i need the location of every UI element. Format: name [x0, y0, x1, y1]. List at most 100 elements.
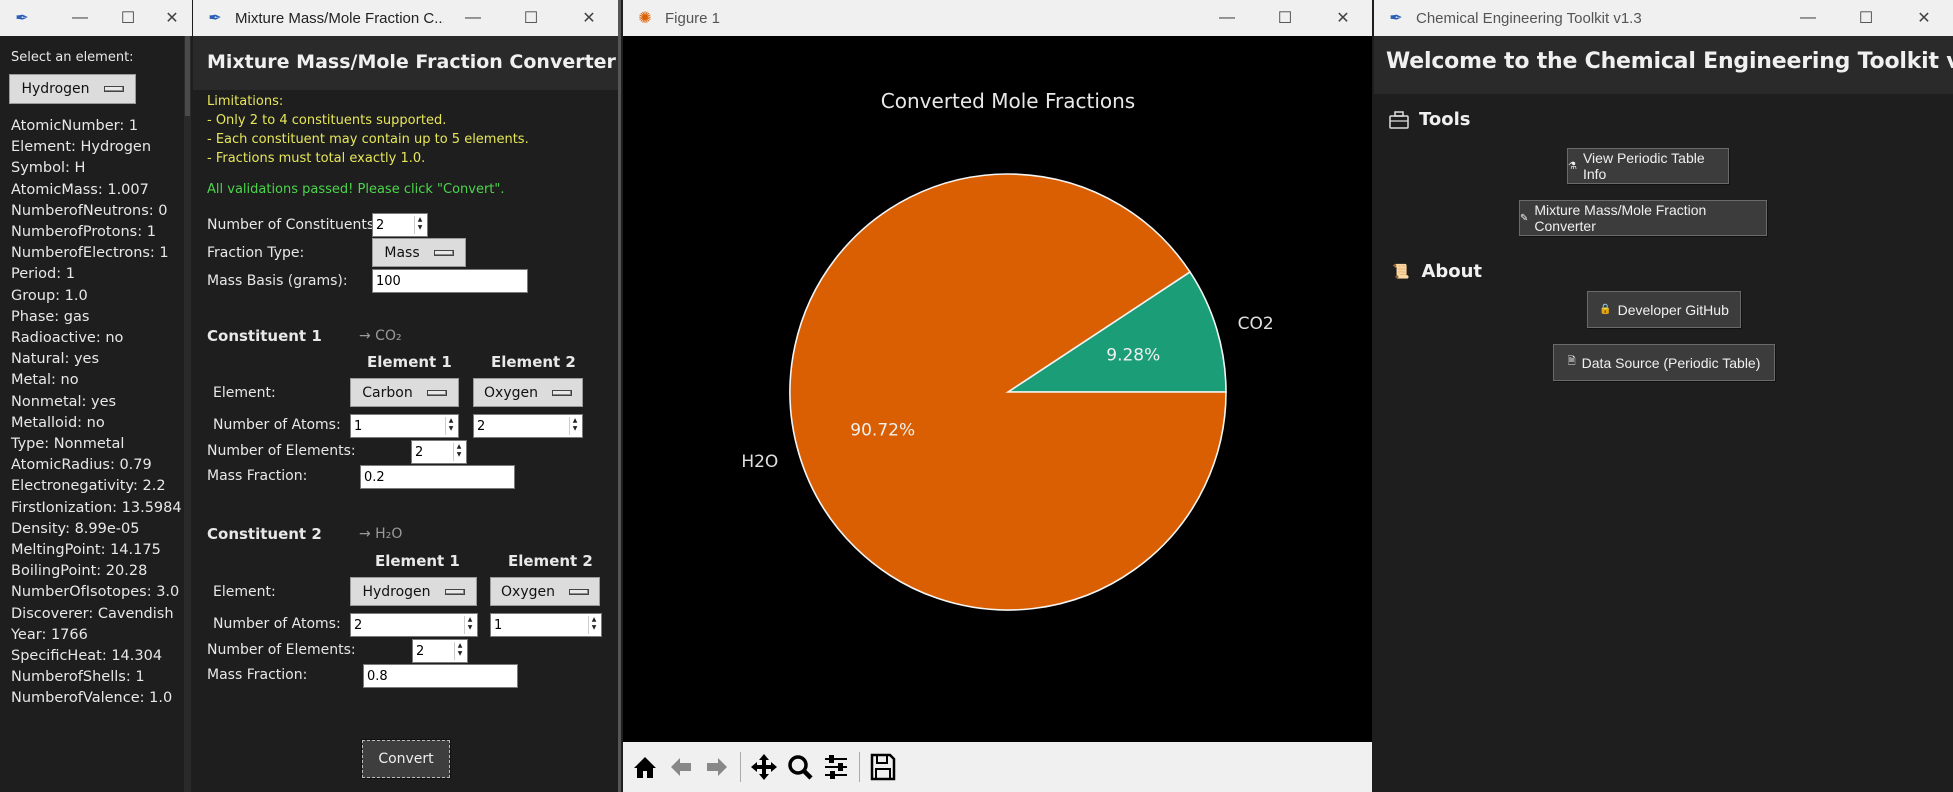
feather-icon: ✒	[1389, 10, 1403, 27]
close-button[interactable]: ✕	[152, 8, 192, 28]
constituent-1-element-1-header: Element 1	[367, 353, 452, 371]
spin-arrows-icon[interactable]: ▲ ▼	[414, 216, 425, 234]
view-periodic-table-button[interactable]: ⚗ View Periodic Table Info	[1567, 148, 1729, 184]
constituent-1-element-2-header: Element 2	[491, 353, 576, 371]
constituent-2-formula: → H₂O	[359, 526, 403, 542]
button-label: Mixture Mass/Mole Fraction Converter	[1534, 202, 1707, 234]
scrollbar[interactable]	[184, 36, 191, 792]
element-property: Phase: gas	[11, 308, 90, 325]
dropdown-indicator-icon	[433, 249, 454, 256]
back-arrow-icon[interactable]	[665, 751, 697, 783]
spin-arrows-icon[interactable]: ▲ ▼	[588, 616, 599, 634]
maximize-button[interactable]: ☐	[104, 8, 152, 28]
scrollbar-thumb[interactable]	[185, 36, 190, 116]
spin-arrows-icon[interactable]: ▲ ▼	[454, 642, 465, 660]
element-select-dropdown[interactable]: Hydrogen	[9, 74, 136, 104]
spin-arrows-icon[interactable]: ▲ ▼	[445, 417, 456, 435]
close-button[interactable]: ✕	[560, 8, 618, 28]
constituent-2-num-elements-spinbox[interactable]: 2 ▲ ▼	[412, 639, 468, 663]
element-property: Type: Nonmetal	[11, 436, 125, 453]
element-property: SpecificHeat: 14.304	[11, 648, 163, 665]
constituent-1-mass-fraction-input[interactable]: 0.2	[360, 465, 515, 489]
constituent-1-element-1-dropdown[interactable]: Carbon	[350, 378, 459, 407]
fraction-type-dropdown[interactable]: Mass	[372, 238, 466, 267]
atoms-value: 1	[354, 418, 363, 434]
selected-element: Oxygen	[484, 384, 538, 401]
home-icon[interactable]	[629, 751, 661, 783]
constituent-1-element-1-atoms-spinbox[interactable]: 1 ▲ ▼	[350, 414, 459, 438]
mass-basis-label: Mass Basis (grams):	[207, 273, 348, 289]
maximize-button[interactable]: ☐	[1837, 8, 1895, 28]
navigation-toolbar	[623, 742, 1372, 792]
save-icon[interactable]	[867, 751, 899, 783]
pie-category-label: H2O	[741, 452, 778, 472]
spin-arrows-icon[interactable]: ▲ ▼	[453, 443, 464, 461]
data-source-button[interactable]: 🗎 Data Source (Periodic Table)	[1553, 344, 1775, 381]
button-label: Developer GitHub	[1617, 301, 1729, 318]
toolbox-icon	[1389, 110, 1409, 129]
element-property: Nonmetal: yes	[11, 393, 117, 410]
convert-button[interactable]: Convert	[361, 739, 451, 779]
dropdown-indicator-icon	[551, 389, 572, 396]
constituent-2-mass-fraction-input[interactable]: 0.8	[363, 664, 518, 688]
button-label: View Periodic Table Info	[1582, 150, 1705, 182]
element-property: NumberofShells: 1	[11, 669, 145, 686]
close-button[interactable]: ✕	[1895, 8, 1953, 28]
constituent-2-element-1-atoms-spinbox[interactable]: 2 ▲ ▼	[350, 613, 478, 637]
maximize-button[interactable]: ☐	[502, 8, 560, 28]
developer-github-button[interactable]: 🔒 Developer GitHub	[1587, 291, 1741, 328]
constituent-2-element-2-dropdown[interactable]: Oxygen	[490, 577, 600, 606]
element-info-window: ✒ — ☐ ✕ Select an element: Hydrogen Atom…	[0, 0, 192, 792]
pan-icon[interactable]	[748, 751, 780, 783]
fraction-type-value: Mass	[384, 244, 420, 261]
figure-canvas[interactable]: Converted Mole Fractions 9.28% CO2 90.72% H…	[623, 36, 1372, 742]
converter-heading: Mixture Mass/Mole Fraction Converter	[207, 51, 616, 73]
toolkit-window: ✒ Chemical Engineering Toolkit v1.3 — ☐ …	[1374, 0, 1953, 792]
pipette-icon: ✎	[1520, 212, 1529, 224]
close-button[interactable]: ✕	[1314, 8, 1372, 28]
spin-arrows-icon[interactable]: ▲ ▼	[569, 417, 580, 435]
maximize-button[interactable]: ☐	[1256, 8, 1314, 28]
element-property: Group: 1.0	[11, 287, 88, 304]
forward-arrow-icon[interactable]	[701, 751, 733, 783]
num-constituents-label: Number of Constituents:	[207, 217, 379, 233]
minimize-button[interactable]: —	[1779, 9, 1837, 27]
element-property: Period: 1	[11, 266, 75, 283]
chart-title: Converted Mole Fractions	[881, 89, 1135, 113]
constituent-2-num-elements-label: Number of Elements:	[207, 642, 356, 658]
constituent-1-element-2-dropdown[interactable]: Oxygen	[473, 378, 583, 407]
about-section-header: 📜 About	[1392, 261, 1482, 282]
element-property: NumberofProtons: 1	[11, 224, 156, 241]
dropdown-indicator-icon	[568, 588, 589, 595]
element-property: Metalloid: no	[11, 414, 105, 431]
mixture-converter-button[interactable]: ✎ Mixture Mass/Mole Fraction Converter	[1519, 200, 1767, 236]
toolbar-separator	[859, 752, 860, 782]
pie-value-label: 9.28%	[1106, 345, 1160, 365]
minimize-button[interactable]: —	[444, 9, 502, 27]
element-property: AtomicMass: 1.007	[11, 181, 149, 198]
element-property: NumberofElectrons: 1	[11, 245, 169, 262]
element-property: Density: 8.99e-05	[11, 520, 140, 537]
converter-window: ✒ Mixture Mass/Mole Fraction C... — ☐ ✕ …	[193, 0, 621, 792]
configure-subplots-icon[interactable]	[820, 751, 852, 783]
feather-icon: ✒	[15, 10, 29, 27]
selected-element: Carbon	[362, 384, 413, 401]
limitations-heading: Limitations:	[207, 94, 284, 109]
constituent-2-element-2-atoms-spinbox[interactable]: 1 ▲ ▼	[490, 613, 602, 637]
toolkit-body: Welcome to the Chemical Engineering Tool…	[1374, 36, 1953, 792]
zoom-icon[interactable]	[784, 751, 816, 783]
minimize-button[interactable]: —	[56, 9, 104, 27]
minimize-button[interactable]: —	[1198, 9, 1256, 27]
num-constituents-spinbox[interactable]: 2 ▲ ▼	[372, 213, 428, 237]
spin-arrows-icon[interactable]: ▲ ▼	[464, 616, 475, 634]
converter-body: Mixture Mass/Mole Fraction Converter Lim…	[193, 36, 618, 792]
constituent-1-element-2-atoms-spinbox[interactable]: 2 ▲ ▼	[473, 414, 583, 438]
constituent-1-mass-fraction-label: Mass Fraction:	[207, 468, 308, 484]
element-property: BoilingPoint: 20.28	[11, 563, 148, 580]
constituent-2-element-1-dropdown[interactable]: Hydrogen	[350, 577, 477, 606]
mass-basis-input[interactable]: 100	[372, 269, 528, 293]
dropdown-indicator-icon	[426, 389, 447, 396]
selected-element: Hydrogen	[21, 81, 90, 97]
constituent-1-num-elements-spinbox[interactable]: 2 ▲ ▼	[411, 440, 467, 464]
title-bar: ✒ Mixture Mass/Mole Fraction C... — ☐ ✕	[193, 0, 618, 36]
